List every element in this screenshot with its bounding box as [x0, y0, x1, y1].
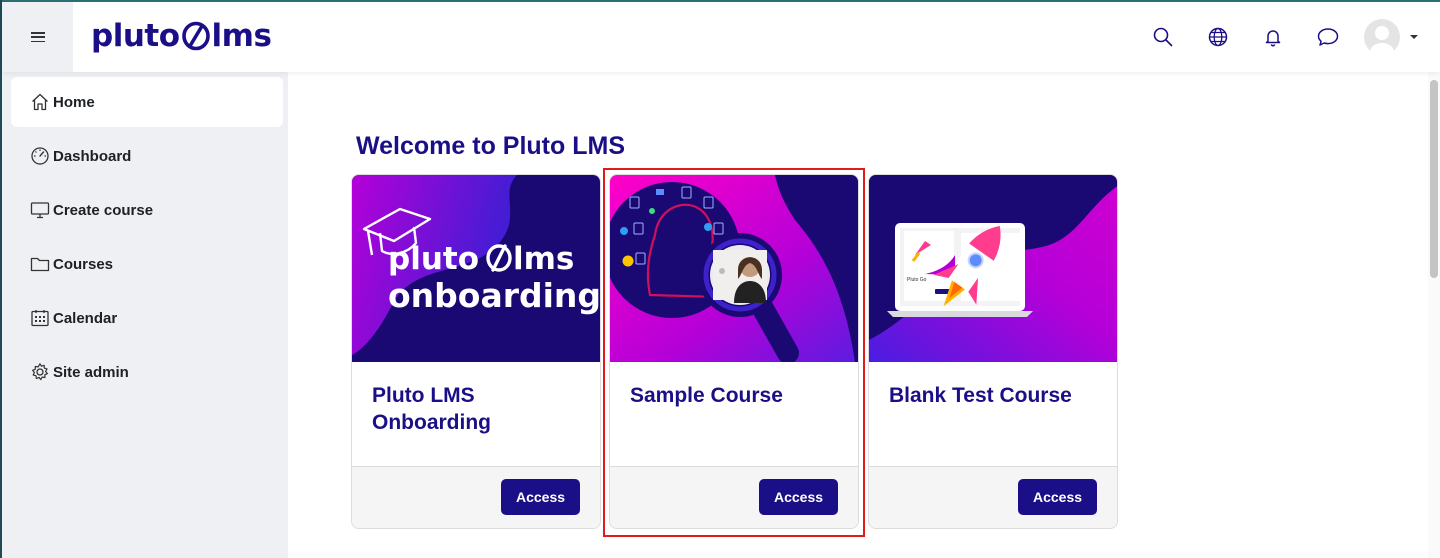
- sidebar-item-dashboard[interactable]: Dashboard: [11, 131, 283, 181]
- globe-icon[interactable]: [1206, 25, 1230, 49]
- logo-text-lms: lms: [211, 18, 272, 54]
- header-actions: [1120, 2, 1418, 72]
- page-title: Welcome to Pluto LMS: [356, 132, 625, 160]
- course-card: pluto lms onboarding Pluto LMS Onboardin…: [351, 174, 601, 529]
- course-image-sample[interactable]: [610, 175, 858, 362]
- logo-text-pluto: pluto: [91, 18, 180, 54]
- sidebar-item-label: Create course: [53, 201, 154, 219]
- sidebar-item-label: Courses: [53, 255, 114, 273]
- card-footer: Access: [352, 466, 600, 528]
- sidebar-item-label: Calendar: [53, 309, 118, 327]
- course-title[interactable]: Pluto LMS Onboarding: [352, 362, 600, 468]
- sidebar-item-label: Site admin: [53, 363, 129, 381]
- folder-icon: [30, 254, 50, 274]
- site-logo[interactable]: pluto lms: [91, 16, 272, 56]
- mini-app-label: Pluto Go: [907, 277, 927, 283]
- sidebar-item-courses[interactable]: Courses: [11, 239, 283, 289]
- course-title[interactable]: Sample Course: [610, 362, 858, 468]
- card-footer: Access: [610, 466, 858, 528]
- sidebar-item-label: Dashboard: [53, 147, 132, 165]
- access-button[interactable]: Access: [501, 479, 580, 515]
- banner-onboarding-text: onboarding: [388, 276, 600, 315]
- sidebar-item-label: Home: [53, 93, 95, 111]
- sidebar-item-site-admin[interactable]: Site admin: [11, 347, 283, 397]
- scrollbar-thumb[interactable]: [1430, 80, 1438, 278]
- menu-toggle[interactable]: [2, 2, 73, 72]
- bell-icon[interactable]: [1261, 25, 1285, 49]
- course-title[interactable]: Blank Test Course: [869, 362, 1117, 468]
- banner-logo-lms: lms: [513, 241, 574, 277]
- sidebar: Home Dashboard Create course Courses Cal…: [2, 72, 288, 558]
- sidebar-item-create-course[interactable]: Create course: [11, 185, 283, 235]
- course-image-onboarding[interactable]: pluto lms onboarding: [352, 175, 600, 362]
- sidebar-item-home[interactable]: Home: [11, 77, 283, 127]
- course-card: Sample Course Access: [609, 174, 859, 529]
- card-footer: Access: [869, 466, 1117, 528]
- caret-down-icon[interactable]: [1410, 35, 1418, 39]
- gear-icon: [30, 362, 50, 382]
- access-button[interactable]: Access: [1018, 479, 1097, 515]
- top-navbar: pluto lms: [2, 2, 1440, 72]
- banner-logo-pluto: pluto: [388, 241, 479, 277]
- home-icon: [30, 92, 50, 112]
- calendar-icon: [30, 308, 50, 328]
- search-icon[interactable]: [1151, 25, 1175, 49]
- course-image-blank-test[interactable]: Pluto Go: [869, 175, 1117, 362]
- access-button[interactable]: Access: [759, 479, 838, 515]
- course-card: Pluto Go Blank Test Course Access: [868, 174, 1118, 529]
- avatar[interactable]: [1364, 19, 1400, 55]
- logo-mark-icon: [181, 21, 210, 51]
- gauge-icon: [30, 146, 50, 166]
- sidebar-item-calendar[interactable]: Calendar: [11, 293, 283, 343]
- monitor-icon: [30, 200, 50, 220]
- chat-icon[interactable]: [1316, 25, 1340, 49]
- menu-icon[interactable]: [30, 32, 45, 42]
